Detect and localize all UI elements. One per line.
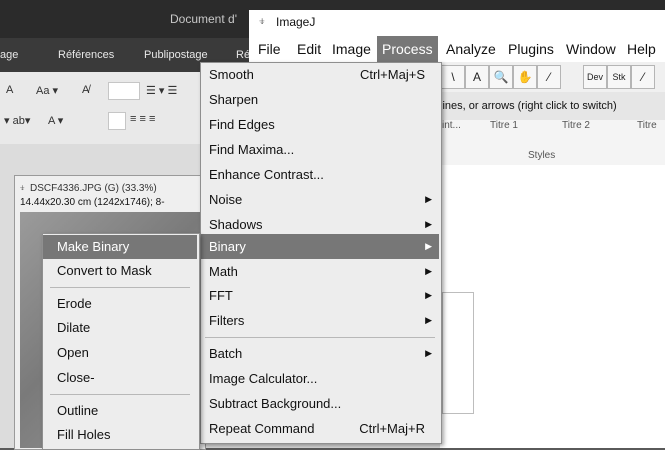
image-window-title: DSCF4336.JPG (G) (33.3%) (30, 183, 157, 194)
submenu-arrow-icon: ▶ (425, 290, 432, 300)
submenu-arrow-icon: ▶ (425, 194, 432, 204)
style-titre1[interactable]: Titre 1 (490, 120, 518, 131)
imagej-title: ImageJ (276, 15, 316, 29)
menu-edit[interactable]: Edit (292, 36, 326, 62)
menu-help[interactable]: Help (622, 36, 661, 62)
menu-item-label: Fill Holes (57, 427, 111, 442)
text-tool-icon[interactable]: A (465, 65, 489, 89)
word-tab-references[interactable]: Références (58, 49, 114, 61)
font-grow-button[interactable]: A (6, 84, 13, 96)
submenu-arrow-icon: ▶ (425, 266, 432, 276)
dev-tool-icon[interactable]: Dev (583, 65, 607, 89)
page-frame (442, 292, 474, 414)
change-case-button[interactable]: Aa ▾ (36, 84, 58, 97)
menu-item-shortcut: Ctrl+Maj+R (359, 421, 425, 436)
highlight-button[interactable]: ▾ ab▾ (4, 114, 30, 127)
process-menu-item[interactable]: FFT ▶ (201, 283, 439, 308)
stk-tool-icon[interactable]: Stk (607, 65, 631, 89)
word-tab-review[interactable]: Ré (236, 49, 250, 61)
menu-item-label: Noise (209, 192, 243, 207)
style-titre[interactable]: Titre (637, 120, 657, 131)
submenu-arrow-icon: ▶ (425, 348, 432, 358)
menu-analyze[interactable]: Analyze (441, 36, 501, 62)
process-menu-item[interactable]: Sharpen (201, 87, 439, 112)
menu-item-label: Subtract Background... (209, 396, 342, 411)
menu-separator (50, 394, 190, 395)
menu-separator (205, 337, 435, 338)
numbering-icon[interactable]: ☰ ▾ ☰ (146, 84, 177, 97)
word-tab-page[interactable]: age (0, 49, 18, 61)
process-menu-item[interactable]: Smooth Ctrl+Maj+S (201, 62, 439, 87)
process-menu-item[interactable]: Binary ▶ (201, 234, 439, 259)
menu-item-label: Smooth (209, 67, 254, 82)
process-menu-item[interactable]: Noise ▶ (201, 187, 439, 212)
binary-menu-item[interactable]: Open (43, 341, 197, 365)
process-menu-item[interactable]: Enhance Contrast... (201, 162, 439, 187)
menu-item-label: Sharpen (209, 92, 259, 107)
status-text: lines, or arrows (right click to switch) (440, 100, 617, 112)
binary-menu-item[interactable]: Close- (43, 366, 197, 390)
process-menu-item[interactable]: Image Calculator... (201, 366, 439, 391)
process-menu-item[interactable]: Math ▶ (201, 259, 439, 284)
process-menu-item[interactable]: Batch ▶ (201, 341, 439, 366)
menu-plugins[interactable]: Plugins (503, 36, 559, 62)
menu-item-label: Convert to Mask (57, 263, 152, 278)
menu-item-label: Image Calculator... (209, 371, 318, 386)
menu-item-label: Close- (57, 370, 95, 385)
binary-menu-item[interactable]: Outline (43, 399, 197, 423)
binary-menu-item[interactable]: Dilate (43, 316, 197, 340)
process-menu-item[interactable]: Repeat Command Ctrl+Maj+R (201, 416, 439, 441)
submenu-arrow-icon: ▶ (425, 241, 432, 251)
microscope-icon: ⍖ (258, 13, 266, 28)
clear-format-button[interactable]: A̸ (82, 84, 89, 96)
menu-window[interactable]: Window (561, 36, 621, 62)
image-info: 14.44x20.30 cm (1242x1746); 8- (20, 197, 165, 208)
menu-item-label: Erode (57, 296, 92, 311)
binary-menu-item[interactable]: Make Binary (43, 235, 197, 259)
menu-separator (50, 287, 190, 288)
menu-item-label: Binary (209, 239, 246, 254)
align-icons[interactable]: ≡ ≡ ≡ (130, 113, 155, 125)
menu-process[interactable]: Process (377, 36, 438, 62)
word-tab-mailings[interactable]: Publipostage (144, 49, 208, 61)
binary-menu-item[interactable]: Erode (43, 292, 197, 316)
imagej-icon: ⍖ (19, 182, 26, 194)
submenu-arrow-icon: ▶ (425, 315, 432, 325)
menu-item-shortcut: Ctrl+Maj+S (359, 67, 425, 82)
font-color-button[interactable]: A ▾ (48, 114, 63, 127)
style-normal[interactable]: int... (442, 120, 461, 131)
styles-group-label: Styles (528, 150, 556, 161)
menu-item-label: Make Binary (57, 239, 130, 254)
menu-item-label: Find Edges (209, 117, 275, 132)
menu-item-label: Filters (209, 313, 245, 328)
menu-item-label: Math (209, 264, 238, 279)
menu-item-label: Find Maxima... (209, 142, 295, 157)
process-menu-item[interactable]: Subtract Background... (201, 391, 439, 416)
style-titre2[interactable]: Titre 2 (562, 120, 590, 131)
menu-file[interactable]: File (253, 36, 286, 62)
menu-item-label: Outline (57, 403, 99, 418)
hand-tool-icon[interactable]: ✋ (513, 65, 537, 89)
menu-item-label: Open (57, 345, 89, 360)
menu-item-label: Enhance Contrast... (209, 167, 324, 182)
menu-image[interactable]: Image (327, 36, 376, 62)
menu-item-label: Batch (209, 346, 243, 361)
menu-item-label: Dilate (57, 320, 91, 335)
magnifier-tool-icon[interactable]: 🔍 (489, 65, 513, 89)
menu-item-label: Repeat Command (209, 421, 315, 436)
align-left-button[interactable] (108, 112, 126, 130)
process-menu-item[interactable]: Find Edges (201, 112, 439, 137)
process-menu-item[interactable]: Find Maxima... (201, 137, 439, 162)
menu-item-label: FFT (209, 288, 233, 303)
dropper-tool-icon[interactable]: ⁄ (537, 65, 561, 89)
brush-tool-icon[interactable]: ⁄ (631, 65, 655, 89)
binary-menu-item[interactable]: Fill Holes (43, 423, 197, 447)
process-menu-item[interactable]: Filters ▶ (201, 308, 439, 333)
bullets-button[interactable] (108, 82, 140, 100)
line-tool-icon[interactable]: \ (441, 65, 465, 89)
binary-menu-item[interactable]: Convert to Mask (43, 259, 197, 283)
word-document-title: Document d' (170, 12, 237, 26)
